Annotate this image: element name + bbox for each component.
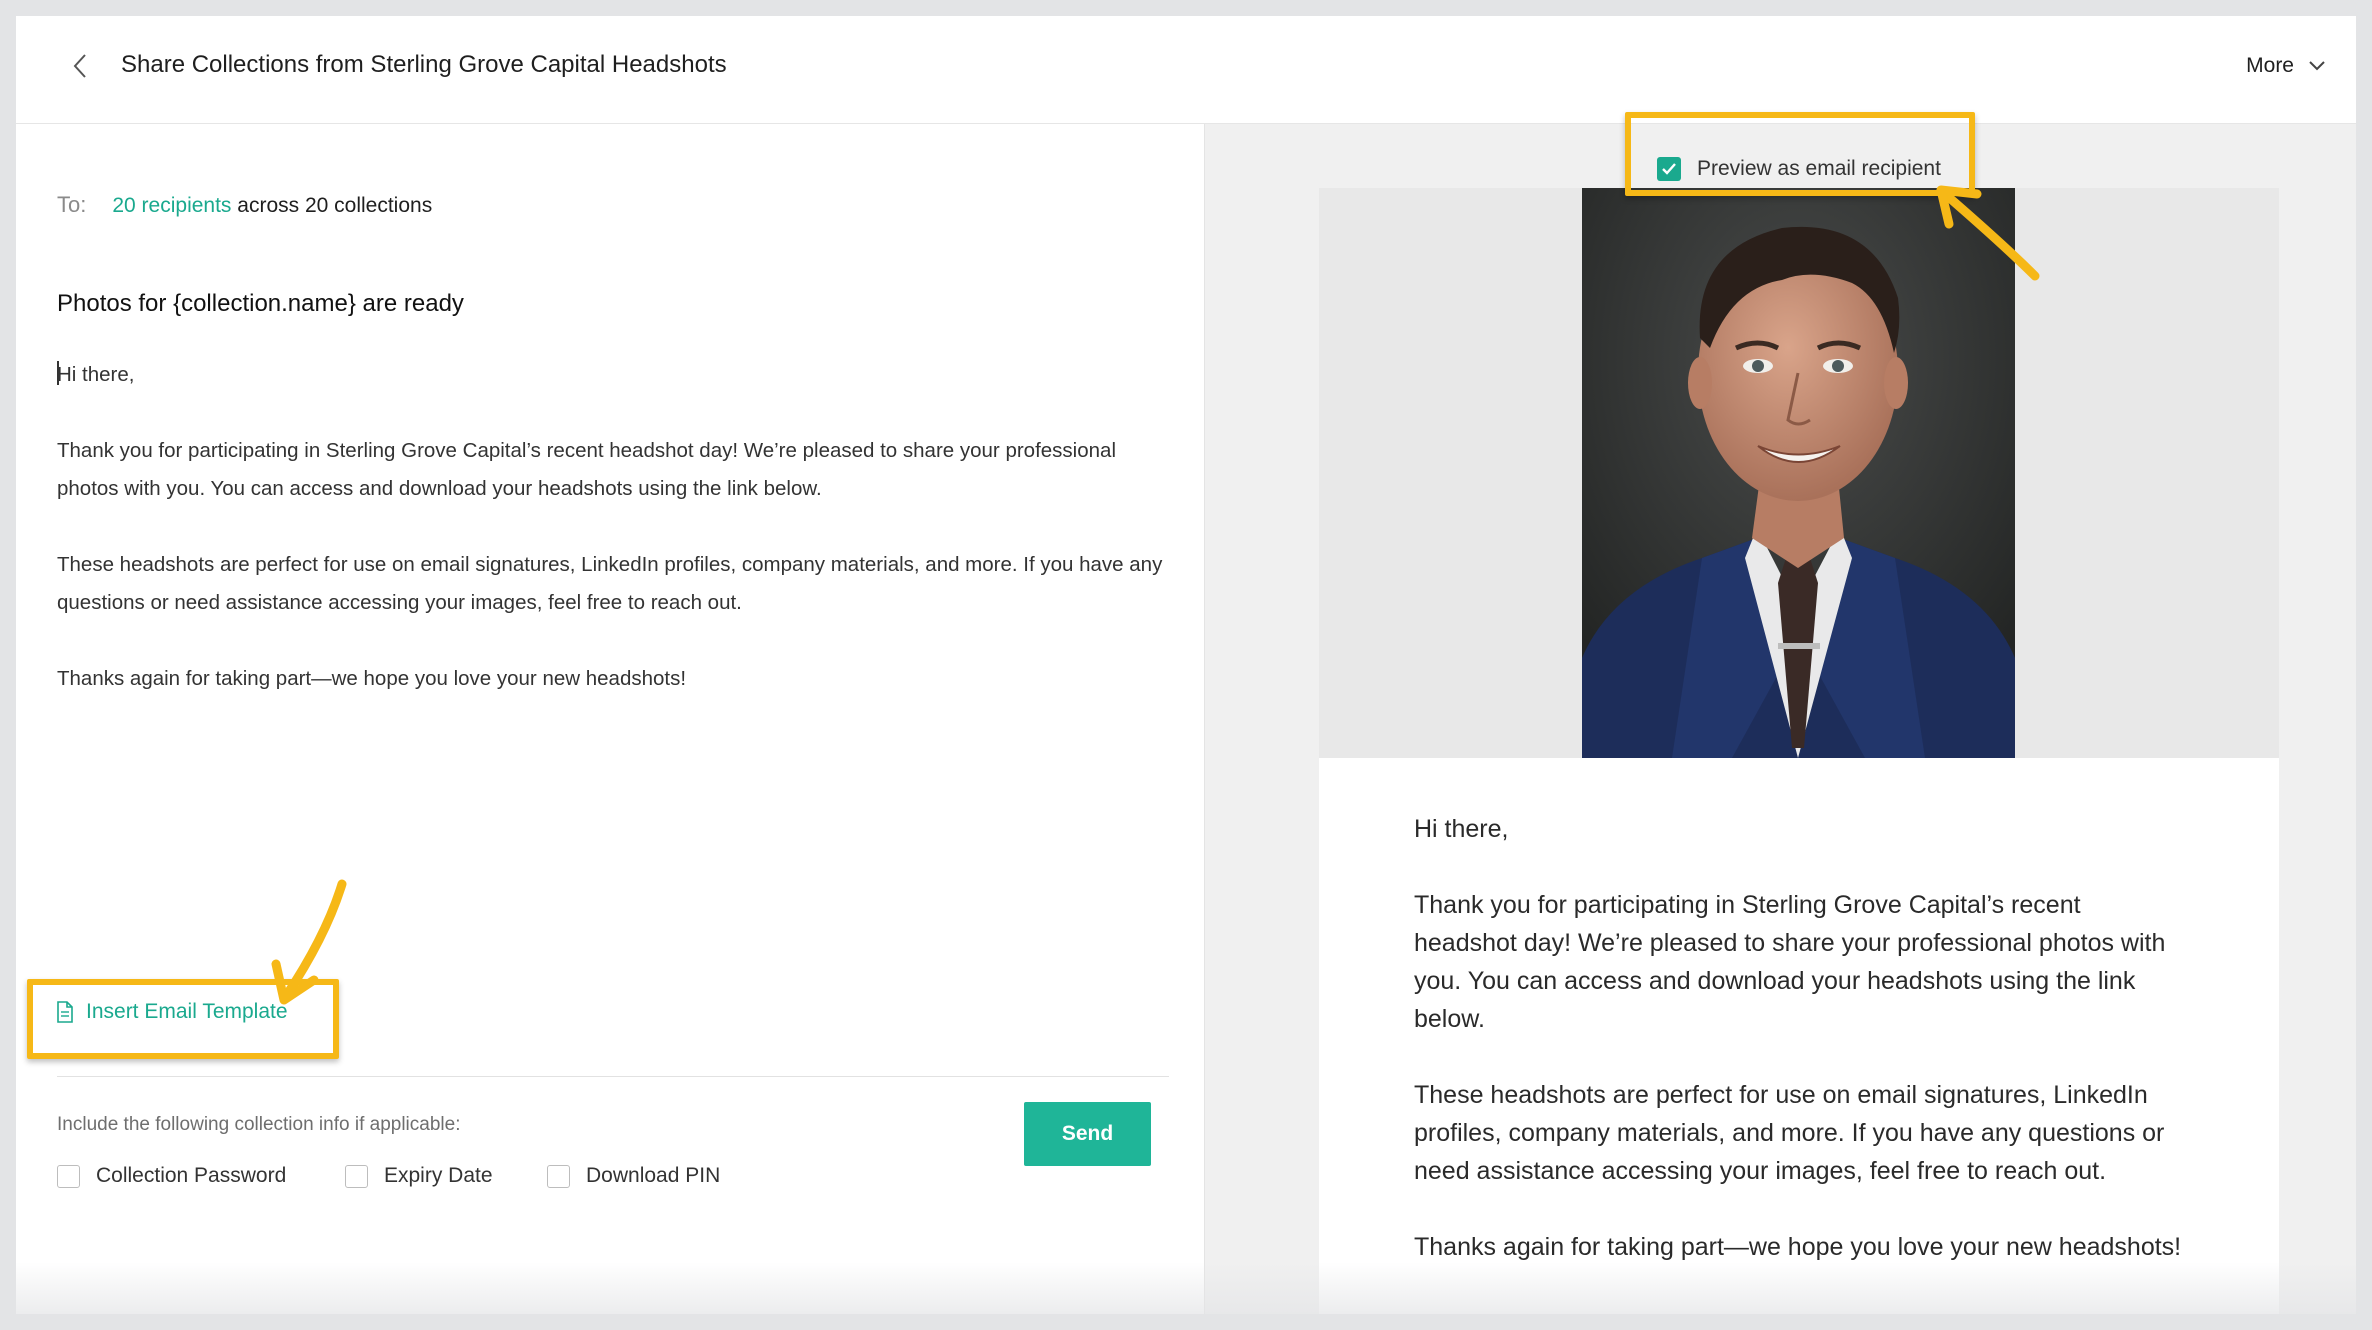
divider: [57, 1076, 1169, 1077]
page-title: Share Collections from Sterling Grove Ca…: [121, 51, 727, 78]
more-menu-button[interactable]: More: [2246, 46, 2326, 86]
recipients-link[interactable]: 20 recipients: [112, 194, 231, 217]
send-button[interactable]: Send: [1024, 1102, 1151, 1166]
option-label: Collection Password: [96, 1164, 287, 1187]
checkmark-icon: [1662, 163, 1676, 175]
recipients-row: To: 20 recipients across 20 collections: [57, 191, 432, 220]
preview-toggle-label: Preview as email recipient: [1697, 157, 1941, 180]
preview-photo-area: [1319, 188, 2279, 758]
insert-email-template-button[interactable]: Insert Email Template: [56, 1000, 288, 1024]
preview-paragraph: Thank you for participating in Sterling …: [1414, 891, 2166, 1033]
document-icon: [57, 1001, 73, 1023]
include-info-label: Include the following collection info if…: [57, 1114, 461, 1135]
body-paragraph: Hi there,: [57, 361, 135, 386]
headshot-photo: [1582, 188, 2015, 758]
chevron-left-icon: [73, 54, 86, 78]
body-paragraph: Thank you for participating in Sterling …: [57, 439, 1116, 500]
share-collections-window: Share Collections from Sterling Grove Ca…: [16, 16, 2356, 1314]
email-subject[interactable]: Photos for {collection.name} are ready: [57, 287, 464, 321]
checkbox-checked[interactable]: [1657, 157, 1681, 181]
insert-template-label: Insert Email Template: [86, 1000, 288, 1023]
download-pin-checkbox[interactable]: Download PIN: [547, 1164, 720, 1188]
expiry-date-checkbox[interactable]: Expiry Date: [345, 1164, 493, 1188]
email-preview-card: Hi there, Thank you for participating in…: [1319, 188, 2279, 1314]
preview-paragraph: Thanks again for taking part—we hope you…: [1414, 1233, 2182, 1261]
checkbox[interactable]: [547, 1164, 570, 1188]
chevron-down-icon: [2309, 61, 2325, 71]
option-label: Expiry Date: [384, 1164, 493, 1187]
recipients-summary: across 20 collections: [237, 194, 433, 217]
checkbox[interactable]: [57, 1164, 80, 1188]
annotation-arrow-icon: [271, 879, 347, 1005]
preview-paragraph: These headshots are perfect for use on e…: [1414, 1081, 2165, 1185]
body-paragraph: These headshots are perfect for use on e…: [57, 553, 1163, 614]
email-body-editor[interactable]: Hi there, Thank you for participating in…: [57, 356, 1167, 736]
more-label: More: [2246, 54, 2294, 77]
body-paragraph: Thanks again for taking part—we hope you…: [57, 667, 687, 690]
to-label: To:: [57, 192, 87, 217]
back-button[interactable]: [60, 46, 100, 86]
checkbox[interactable]: [345, 1164, 368, 1188]
preview-email-body: Hi there, Thank you for participating in…: [1414, 810, 2184, 1304]
collection-password-checkbox[interactable]: Collection Password: [57, 1164, 286, 1188]
preview-panel: Hi there, Thank you for participating in…: [1204, 112, 2356, 1314]
compose-panel: To: 20 recipients across 20 collections P…: [16, 124, 1204, 1314]
preview-as-recipient-toggle[interactable]: Preview as email recipient: [1657, 157, 1941, 181]
option-label: Download PIN: [586, 1164, 721, 1187]
preview-paragraph: Hi there,: [1414, 815, 1509, 843]
preview-highlight-box: [1625, 112, 1975, 196]
header-bar: Share Collections from Sterling Grove Ca…: [16, 16, 2356, 124]
